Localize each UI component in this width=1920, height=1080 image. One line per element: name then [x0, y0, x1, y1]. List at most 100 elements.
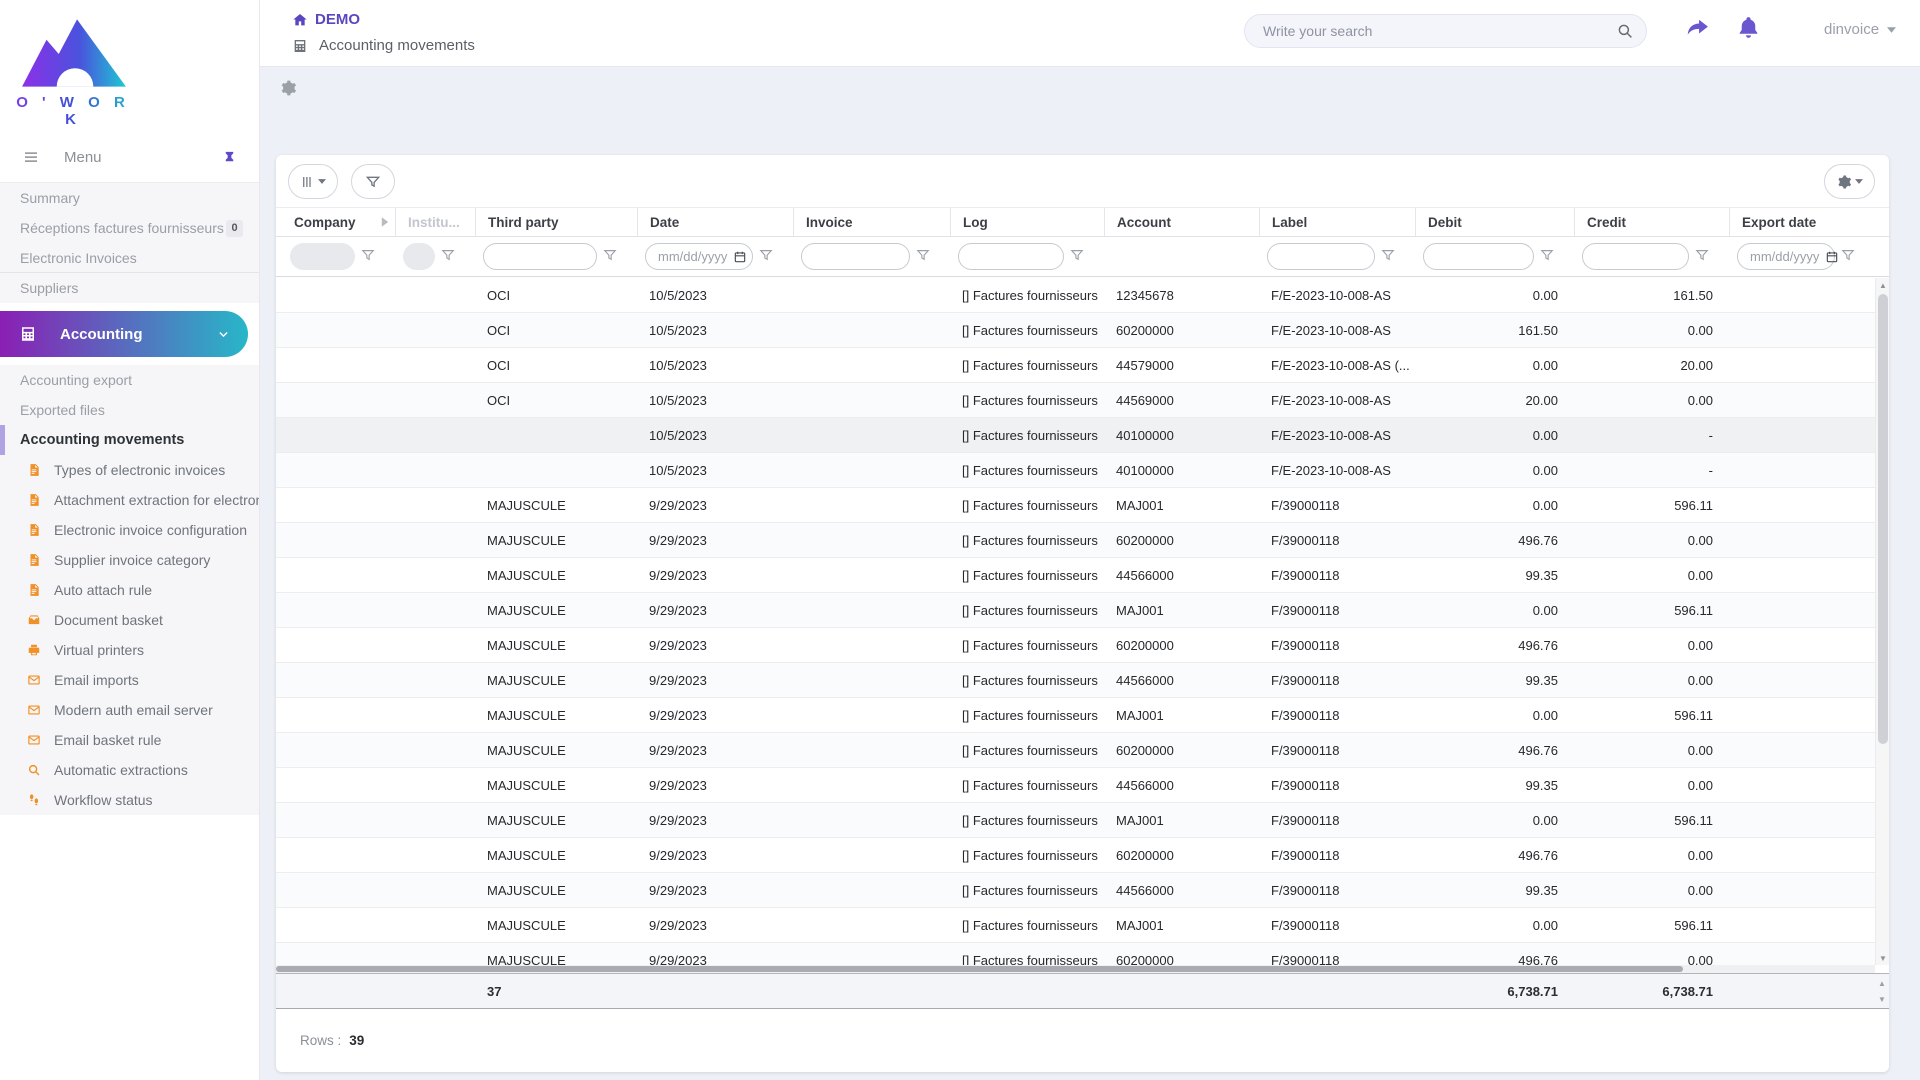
scroll-up-icon[interactable]: ▲: [1876, 278, 1890, 292]
pin-icon[interactable]: [222, 150, 237, 165]
filter-input-label[interactable]: [1267, 243, 1375, 270]
scrollbar-thumb[interactable]: [1878, 294, 1888, 744]
table-row[interactable]: MAJUSCULE 9/29/2023 [] Factures fournisseu…: [276, 663, 1875, 698]
column-header-debit[interactable]: Debit: [1415, 208, 1574, 236]
column-header-institution[interactable]: Institu...: [395, 208, 475, 236]
table-row[interactable]: OCI 10/5/2023 [] Factures fournisseurs 4456…: [276, 383, 1875, 418]
funnel-icon[interactable]: [1695, 248, 1709, 265]
sidebar-nav: DashboardBookmarksO'Invoice customersO'I…: [0, 67, 296, 815]
scroll-up-icon[interactable]: ▲: [1875, 977, 1889, 989]
table-row[interactable]: 10/5/2023 [] Factures fournisseurs 4010000…: [276, 453, 1875, 488]
filter-input-log[interactable]: [958, 243, 1064, 270]
funnel-icon[interactable]: [603, 248, 617, 265]
column-header-credit[interactable]: Credit: [1574, 208, 1729, 236]
sidebar-item-workflow-status[interactable]: Workflow status: [0, 785, 259, 815]
share-icon[interactable]: [1685, 15, 1710, 40]
column-header-invoice[interactable]: Invoice: [793, 208, 950, 236]
column-header-label: Debit: [1428, 214, 1462, 230]
sidebar-item-exported-files[interactable]: Exported files: [0, 395, 259, 425]
sidebar-item-suppliers[interactable]: Suppliers: [0, 273, 259, 303]
scroll-down-icon[interactable]: ▼: [1876, 951, 1890, 965]
cell-company: [282, 313, 395, 347]
column-header-account[interactable]: Account: [1104, 208, 1259, 236]
sidebar-item-admin[interactable]: Admin: [260, 67, 296, 109]
table-row[interactable]: MAJUSCULE 9/29/2023 [] Factures fournisseu…: [276, 628, 1875, 663]
sidebar-item-summary[interactable]: Summary: [0, 183, 259, 213]
cell-company: [282, 733, 395, 767]
column-chooser-button[interactable]: [288, 164, 338, 199]
table-row[interactable]: MAJUSCULE 9/29/2023 [] Factures fournisseu…: [276, 873, 1875, 908]
filter-toggle-button[interactable]: [351, 164, 396, 199]
funnel-icon[interactable]: [1540, 248, 1554, 265]
sidebar-item-electronic-invoices[interactable]: Electronic Invoices: [0, 243, 259, 273]
sidebar-item-supplier-invoice-category[interactable]: Supplier invoice category: [0, 545, 259, 575]
table-row[interactable]: MAJUSCULE 9/29/2023 [] Factures fournisseu…: [276, 803, 1875, 838]
column-header-export_date[interactable]: Export date: [1729, 208, 1875, 236]
sidebar-item-attachment-extraction[interactable]: Attachment extraction for electroni: [0, 485, 259, 515]
column-header-label[interactable]: Label: [1259, 208, 1415, 236]
cell-date: 9/29/2023: [649, 952, 707, 966]
funnel-icon[interactable]: [441, 248, 455, 265]
sidebar-item-types-of-electronic-invoices[interactable]: Types of electronic invoices: [0, 455, 259, 485]
search-input[interactable]: [1263, 15, 1603, 47]
funnel-icon[interactable]: [759, 248, 773, 265]
table-row[interactable]: MAJUSCULE 9/29/2023 [] Factures fournisseu…: [276, 838, 1875, 873]
sidebar-item-email-imports[interactable]: Email imports: [0, 665, 259, 695]
table-row[interactable]: MAJUSCULE 9/29/2023 [] Factures fournisseu…: [276, 943, 1875, 965]
sidebar-item-auto-attach-rule[interactable]: Auto attach rule: [0, 575, 259, 605]
table-row[interactable]: MAJUSCULE 9/29/2023 [] Factures fournisseu…: [276, 593, 1875, 628]
funnel-icon[interactable]: [916, 248, 930, 265]
filter-input-debit[interactable]: [1423, 243, 1534, 270]
filter-input-date[interactable]: mm/dd/yyyy: [645, 243, 753, 270]
chevron-down-icon: [217, 328, 230, 341]
sidebar-item-virtual-printers[interactable]: Virtual printers: [0, 635, 259, 665]
sidebar-item-accounting-movements[interactable]: Accounting movements: [0, 425, 259, 455]
column-header-date[interactable]: Date: [637, 208, 793, 236]
funnel-icon[interactable]: [1070, 248, 1084, 265]
table-row[interactable]: MAJUSCULE 9/29/2023 [] Factures fournisseu…: [276, 733, 1875, 768]
sidebar-item-document-basket[interactable]: Document basket: [0, 605, 259, 635]
filter-input-invoice[interactable]: [801, 243, 910, 270]
table-row[interactable]: 10/5/2023 [] Factures fournisseurs 4010000…: [276, 418, 1875, 453]
column-header-log[interactable]: Log: [950, 208, 1104, 236]
user-menu[interactable]: dinvoice: [1824, 21, 1897, 38]
table-row[interactable]: MAJUSCULE 9/29/2023 [] Factures fournisseu…: [276, 768, 1875, 803]
sidebar-item-email-basket-rule[interactable]: Email basket rule: [0, 725, 259, 755]
sidebar-item-modern-auth-email-server[interactable]: Modern auth email server: [0, 695, 259, 725]
bell-icon[interactable]: [1736, 15, 1761, 40]
table-row[interactable]: OCI 10/5/2023 [] Factures fournisseurs 6020…: [276, 313, 1875, 348]
funnel-icon[interactable]: [361, 248, 375, 265]
table-row[interactable]: OCI 10/5/2023 [] Factures fournisseurs 1234…: [276, 278, 1875, 313]
sidebar-item-automatic-extractions[interactable]: Automatic extractions: [0, 755, 259, 785]
scroll-down-icon[interactable]: ▼: [1875, 993, 1889, 1005]
table-row[interactable]: OCI 10/5/2023 [] Factures fournisseurs 4457…: [276, 348, 1875, 383]
cell-credit: 0.00: [1687, 567, 1713, 583]
sidebar-item-electronic-invoice-configuration[interactable]: Electronic invoice configuration: [0, 515, 259, 545]
table-row[interactable]: MAJUSCULE 9/29/2023 [] Factures fournisseu…: [276, 698, 1875, 733]
filter-input-third_party[interactable]: [483, 243, 597, 270]
funnel-icon[interactable]: [1381, 248, 1395, 265]
cell-invoice: [793, 768, 950, 802]
app-logo[interactable]: O ' W O R K: [0, 0, 259, 132]
sidebar-item-receptions-factures-fournisseurs[interactable]: Réceptions factures fournisseurs 0: [0, 213, 259, 243]
column-header-company[interactable]: Company: [282, 208, 395, 236]
sidebar-item-accounting[interactable]: Accounting: [0, 311, 248, 357]
hamburger-icon[interactable]: [22, 149, 40, 165]
vertical-scrollbar[interactable]: ▲ ▼: [1875, 278, 1889, 965]
table-row[interactable]: MAJUSCULE 9/29/2023 [] Factures fournisseu…: [276, 908, 1875, 943]
filter-input-credit[interactable]: [1582, 243, 1689, 270]
sidebar-item-accounting-export[interactable]: Accounting export: [0, 365, 259, 395]
funnel-icon[interactable]: [1841, 248, 1855, 265]
table-row[interactable]: MAJUSCULE 9/29/2023 [] Factures fournisseu…: [276, 488, 1875, 523]
horizontal-scrollbar[interactable]: [276, 965, 1875, 973]
table-row[interactable]: MAJUSCULE 9/29/2023 [] Factures fournisseu…: [276, 523, 1875, 558]
settings-button[interactable]: [1824, 164, 1875, 199]
cell-third_party: MAJUSCULE: [487, 917, 566, 933]
scrollbar-thumb[interactable]: [276, 966, 1684, 972]
filter-input-export_date[interactable]: mm/dd/yyyy: [1737, 243, 1838, 270]
search-icon[interactable]: [1616, 22, 1634, 40]
table-row[interactable]: MAJUSCULE 9/29/2023 [] Factures fournisseu…: [276, 558, 1875, 593]
column-header-third_party[interactable]: Third party: [475, 208, 637, 236]
cell-company: [282, 558, 395, 592]
brand[interactable]: DEMO: [292, 11, 360, 28]
